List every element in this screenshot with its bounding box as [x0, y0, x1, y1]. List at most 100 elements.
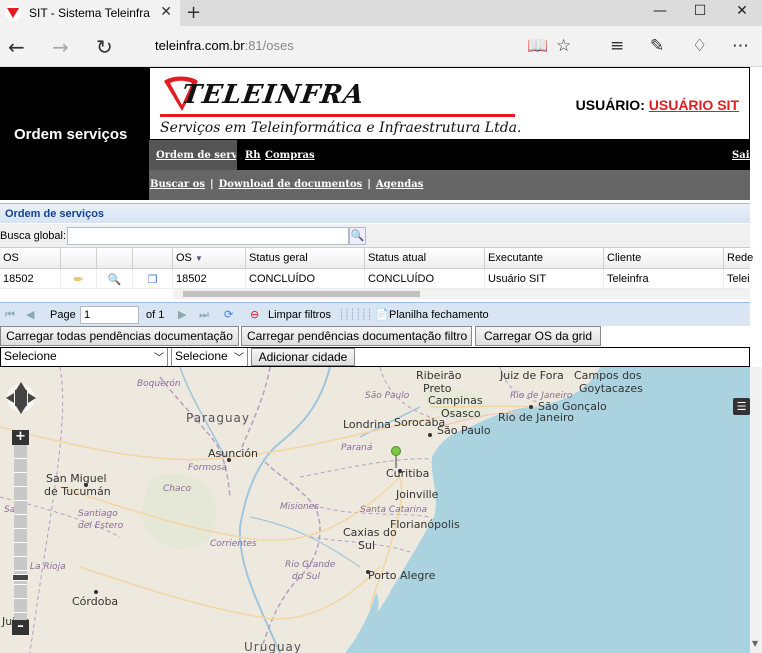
prev-page-icon[interactable]: ◀: [26, 308, 34, 321]
share-icon[interactable]: ♢: [692, 36, 707, 56]
map-label-curitiba: Curitiba: [386, 467, 430, 480]
grid-panel-header: Ordem de serviços: [0, 203, 750, 223]
page-vertical-scrollbar[interactable]: ▼: [750, 367, 762, 653]
map-view[interactable]: Boquerón Paraguay Asunción San Miguel de…: [0, 367, 750, 653]
global-search-input[interactable]: [67, 227, 349, 245]
new-tab-icon[interactable]: +: [186, 2, 201, 23]
load-all-pending-button[interactable]: Carregar todas pendências documentação: [0, 326, 239, 346]
back-icon[interactable]: ←: [8, 35, 25, 59]
map-label-cordoba: Córdoba: [72, 595, 119, 608]
sort-desc-icon: ▼: [194, 254, 203, 263]
zoom-in-icon[interactable]: +: [12, 430, 29, 445]
pager-toolbar: ⏮ ◀ Page of 1 ▶ ⏭ ⟳ ⊖ Limpar filtros ┊┊┊…: [0, 302, 750, 326]
logout-link[interactable]: Sair: [732, 150, 755, 161]
zoom-slider-track[interactable]: [14, 445, 27, 620]
grid-header-row: OS OS ▼ Status geral Status atual Execut…: [0, 248, 753, 269]
address-bar[interactable]: teleinfra.com.br:81/oses: [155, 38, 294, 53]
last-page-icon[interactable]: ⏭: [199, 308, 209, 322]
state-select-value: Selecione: [4, 349, 57, 363]
map-label-caxias: Caxias do: [343, 526, 397, 539]
scroll-down-icon[interactable]: ▼: [752, 639, 758, 648]
map-label-goytacazes: Goytacazes: [579, 382, 643, 395]
map-label-joinville: Joinville: [396, 488, 439, 501]
col-os[interactable]: OS: [0, 248, 61, 269]
zoom-out-icon[interactable]: –: [12, 620, 29, 635]
map-label-rio-de-janeiro: Rio de Janeiro: [498, 411, 574, 424]
browser-tab-bar: SIT - Sistema Teleinfra ✕ + — ☐ ✕: [0, 0, 762, 26]
grid-horizontal-scrollbar[interactable]: [173, 289, 750, 299]
submenu-agendas[interactable]: Agendas: [376, 179, 424, 190]
search-icon[interactable]: 🔍: [349, 227, 366, 245]
page-count: of 1: [146, 309, 165, 321]
map-filters: Selecione ﹀ Selecione ﹀ Adicionar cidade: [0, 347, 750, 367]
col-cliente[interactable]: Cliente: [604, 248, 724, 269]
add-city-button[interactable]: Adicionar cidade: [251, 348, 355, 366]
submenu-buscar-os[interactable]: Buscar os: [150, 179, 205, 190]
map-label-campos: Campos dos: [574, 369, 642, 382]
col-edit: [61, 248, 97, 269]
col-status-atual[interactable]: Status atual: [365, 248, 485, 269]
col-status-geral[interactable]: Status geral: [246, 248, 365, 269]
edit-pencil-icon[interactable]: ✏: [61, 269, 97, 289]
copy-windows-icon[interactable]: ❐: [133, 269, 173, 289]
map-pan-control[interactable]: [4, 380, 38, 416]
spreadsheet-button[interactable]: Planilha fechamento: [389, 309, 489, 321]
table-row[interactable]: 18502 ✏ 🔍 ❐ 18502 CONCLUÍDO CONCLUÍDO Us…: [0, 269, 750, 289]
map-marker-icon[interactable]: [391, 446, 401, 468]
refresh-grid-icon[interactable]: ⟳: [224, 308, 233, 321]
main-menu: Ordem de serviço Rh Compras Sair: [149, 140, 755, 170]
map-label-sul: Sul: [358, 539, 376, 552]
col-os-sortable[interactable]: OS ▼: [173, 248, 246, 269]
minimize-icon[interactable]: —: [640, 3, 680, 19]
layers-icon[interactable]: ☰: [733, 398, 750, 415]
forward-icon[interactable]: →: [52, 35, 69, 59]
toolbar-separator: ┊┊┊┊┊┊: [338, 308, 373, 321]
search-toolbar: Busca global: 🔍: [0, 224, 750, 248]
load-filter-pending-button[interactable]: Carregar pendências documentação filtro: [241, 326, 472, 346]
favorite-star-icon[interactable]: ☆: [556, 36, 571, 56]
city-select-value: Selecione: [175, 349, 228, 363]
map-label-asuncion: Asunción: [208, 447, 259, 460]
sub-menu: Buscar os | Download de documentos | Agendas: [149, 170, 750, 200]
maximize-icon[interactable]: ☐: [680, 3, 720, 19]
more-icon[interactable]: ⋯: [732, 36, 749, 56]
menu-rh[interactable]: Rh: [245, 150, 261, 161]
menu-compras[interactable]: Compras: [265, 150, 315, 161]
site-favicon-icon: [5, 5, 21, 21]
col-rede[interactable]: Rede: [724, 248, 753, 269]
zoom-slider-handle[interactable]: [12, 574, 29, 581]
close-window-icon[interactable]: ✕: [722, 3, 762, 19]
map-label-santiago: Santiago: [78, 509, 118, 519]
clear-filters-button[interactable]: Limpar filtros: [268, 309, 331, 321]
map-label-san-miguel: San Miguel: [46, 472, 107, 485]
city-select[interactable]: Selecione ﹀: [171, 348, 248, 366]
reading-view-icon[interactable]: 📖: [527, 36, 548, 56]
close-tab-icon[interactable]: ✕: [160, 4, 172, 20]
refresh-icon[interactable]: ↻: [96, 35, 113, 59]
scrollbar-thumb[interactable]: [183, 291, 420, 297]
browser-tab[interactable]: SIT - Sistema Teleinfra ✕: [0, 0, 180, 26]
col-view: [97, 248, 133, 269]
map-zoom-control: + –: [12, 430, 29, 635]
col-executante[interactable]: Executante: [485, 248, 604, 269]
view-magnifier-icon[interactable]: 🔍: [97, 269, 133, 289]
web-note-icon[interactable]: ✎: [650, 36, 664, 56]
cell-os: 18502: [0, 269, 61, 289]
state-select[interactable]: Selecione ﹀: [1, 348, 168, 366]
map-label-sao-paulo: São Paulo: [437, 424, 491, 437]
next-page-icon[interactable]: ▶: [178, 308, 186, 321]
url-host: teleinfra.com.br: [155, 38, 245, 53]
user-name-link[interactable]: USUÁRIO SIT: [649, 97, 739, 113]
cell-cliente: Teleinfra: [604, 269, 724, 289]
search-label: Busca global:: [0, 230, 67, 242]
first-page-icon[interactable]: ⏮: [5, 308, 15, 322]
header-banner: TELEINFRA Serviços em Teleinformática e …: [149, 67, 750, 140]
submenu-download-documentos[interactable]: Download de documentos: [219, 179, 363, 190]
hub-icon[interactable]: ≡: [610, 36, 624, 56]
load-grid-os-button[interactable]: Carregar OS da grid: [475, 326, 601, 346]
menu-ordem-servico[interactable]: Ordem de serviço: [156, 150, 236, 161]
map-label-sao-paulo-state: São Paulo: [365, 391, 410, 401]
page-number-input[interactable]: [80, 306, 139, 324]
spreadsheet-icon: 📄: [375, 308, 389, 321]
map-label-la-rioja: La Rioja: [30, 562, 66, 572]
